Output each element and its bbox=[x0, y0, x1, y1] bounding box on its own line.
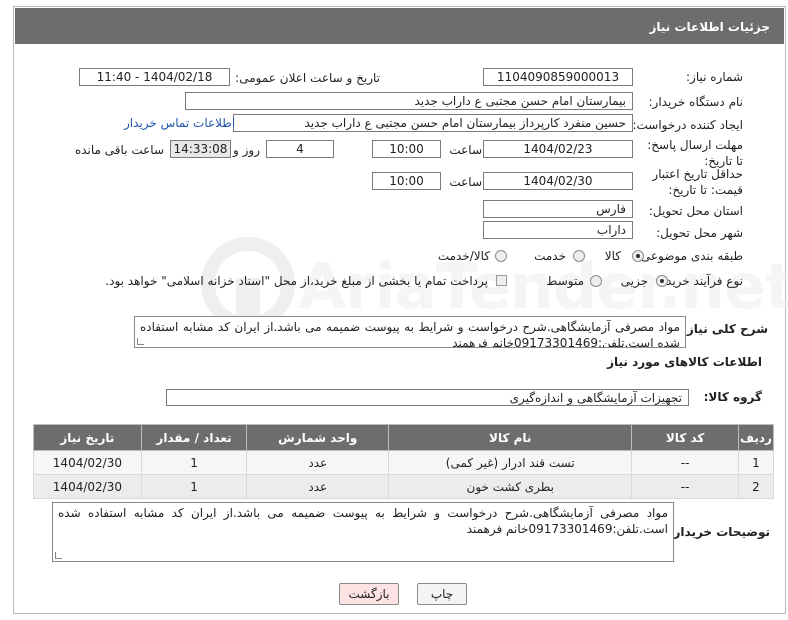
cell-qty: 1 bbox=[140, 450, 248, 475]
reply-time-field: 10:00 bbox=[372, 140, 441, 158]
col-index: ردیف bbox=[737, 424, 775, 451]
buyer-org-field: بیمارستان امام حسن مجتبی ع داراب جدید bbox=[185, 92, 633, 110]
print-button[interactable]: چاپ bbox=[417, 583, 467, 605]
payment-note: پرداخت تمام یا بخشی از مبلغ خرید،از محل … bbox=[105, 274, 488, 288]
description-label: شرح کلی نیاز: bbox=[682, 322, 768, 336]
province-field: فارس bbox=[483, 200, 633, 218]
remaining-label: ساعت باقی مانده bbox=[74, 143, 164, 157]
items-table: ردیف کد کالا نام کالا واحد شمارش تعداد /… bbox=[33, 424, 775, 499]
table-row: 1 -- تست قند ادرار (غیر کمی) عدد 1 1404/… bbox=[33, 450, 775, 475]
payment-checkbox[interactable] bbox=[496, 275, 507, 286]
goods-group-field: تجهیزات آزمایشگاهی و اندازه‌گیری bbox=[166, 389, 689, 406]
col-name: نام کالا bbox=[388, 424, 633, 451]
back-button[interactable]: بازگشت bbox=[339, 583, 399, 605]
panel-header: جزئیات اطلاعات نیاز bbox=[15, 8, 784, 44]
need-number-label: شماره نیاز: bbox=[686, 70, 743, 84]
process-radio-partial[interactable] bbox=[656, 275, 668, 287]
category-radio-goods-service[interactable] bbox=[495, 250, 507, 262]
items-header-row: ردیف کد کالا نام کالا واحد شمارش تعداد /… bbox=[33, 424, 775, 451]
need-number-field: 1104090859000013 bbox=[483, 68, 633, 86]
col-date: تاریخ نیاز bbox=[33, 424, 142, 451]
cell-qty: 1 bbox=[140, 474, 248, 499]
price-validity-label: حداقل تاریخ اعتبار قیمت: تا تاریخ: bbox=[652, 167, 743, 197]
cell-code: -- bbox=[631, 450, 739, 475]
city-label: شهر محل تحویل: bbox=[656, 226, 743, 240]
description-text: مواد مصرفی آزمایشگاهی.شرح درخواست و شرای… bbox=[140, 320, 680, 348]
col-code: کد کالا bbox=[631, 424, 739, 451]
description-box: مواد مصرفی آزمایشگاهی.شرح درخواست و شرای… bbox=[134, 316, 686, 348]
days-label: روز و bbox=[233, 143, 260, 157]
process-label: نوع فرآیند خرید : bbox=[658, 274, 743, 288]
buyer-org-label: نام دستگاه خریدار: bbox=[648, 95, 744, 109]
description-label-text: شرح کلی نیاز: bbox=[682, 322, 768, 336]
price-date-field: 1404/02/30 bbox=[483, 172, 633, 190]
resize-handle-icon[interactable] bbox=[137, 338, 144, 345]
cell-index: 1 bbox=[737, 450, 775, 475]
creator-label: ایجاد کننده درخواست: bbox=[632, 118, 743, 132]
col-qty: تعداد / مقدار bbox=[140, 424, 248, 451]
cell-unit: عدد bbox=[246, 450, 390, 475]
buyer-notes-box: مواد مصرفی آزمایشگاهی.شرح درخواست و شرای… bbox=[52, 502, 674, 562]
days-field: 4 bbox=[266, 140, 334, 158]
cell-name: تست قند ادرار (غیر کمی) bbox=[388, 450, 633, 475]
col-unit: واحد شمارش bbox=[246, 424, 390, 451]
cell-unit: عدد bbox=[246, 474, 390, 499]
buyer-contact-link[interactable]: اطلاعات تماس خریدار bbox=[124, 116, 235, 130]
reply-deadline-label: مهلت ارسال پاسخ: تا تاریخ: bbox=[647, 138, 743, 168]
cell-name: بطری کشت خون bbox=[388, 474, 633, 499]
cell-date: 1404/02/30 bbox=[33, 450, 142, 475]
creator-field: حسین منفرد کارپرداز بیمارستان امام حسن م… bbox=[233, 114, 633, 132]
process-radio-medium[interactable] bbox=[590, 275, 602, 287]
reply-time-label: ساعت bbox=[449, 143, 482, 157]
cell-code: -- bbox=[631, 474, 739, 499]
table-row: 2 -- بطری کشت خون عدد 1 1404/02/30 bbox=[33, 474, 775, 499]
announce-field: 1404/02/18 - 11:40 bbox=[79, 68, 230, 86]
reply-date-field: 1404/02/23 bbox=[483, 140, 633, 158]
panel-title: جزئیات اطلاعات نیاز bbox=[649, 20, 770, 34]
buyer-notes-text: مواد مصرفی آزمایشگاهی.شرح درخواست و شرای… bbox=[58, 506, 668, 536]
price-time-label: ساعت bbox=[449, 175, 482, 189]
cell-index: 2 bbox=[737, 474, 775, 499]
cell-date: 1404/02/30 bbox=[33, 474, 142, 499]
goods-group-label: گروه کالا: bbox=[703, 390, 762, 404]
process-option-medium: متوسط bbox=[546, 274, 584, 288]
category-radio-service[interactable] bbox=[573, 250, 585, 262]
category-option-service: خدمت bbox=[534, 249, 566, 263]
category-option-goods-service: کالا/خدمت bbox=[437, 249, 490, 263]
goods-section-title: اطلاعات کالاهای مورد نیاز bbox=[607, 355, 762, 369]
city-field: داراب bbox=[483, 221, 633, 239]
category-option-goods: کالا bbox=[604, 249, 621, 263]
category-radio-goods[interactable] bbox=[632, 250, 644, 262]
buyer-notes-label: توضیحات خریدار: bbox=[668, 525, 770, 539]
price-time-field: 10:00 bbox=[372, 172, 441, 190]
resize-handle-icon[interactable] bbox=[55, 552, 62, 559]
province-label: استان محل تحویل: bbox=[648, 204, 743, 218]
remaining-time-field: 14:33:08 bbox=[170, 140, 231, 158]
category-label: طبقه بندی موضوعی: bbox=[636, 249, 743, 263]
process-option-partial: جزیی bbox=[620, 274, 648, 288]
announce-label: تاریخ و ساعت اعلان عمومی: bbox=[235, 71, 380, 85]
